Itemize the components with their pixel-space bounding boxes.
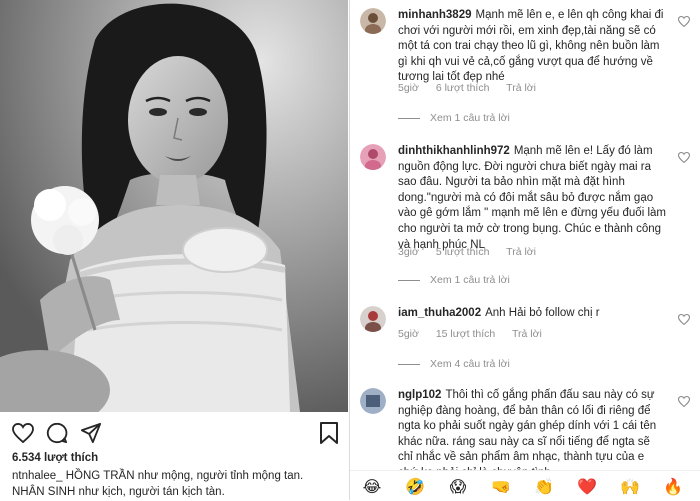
post-actions (10, 420, 340, 446)
caption-text: HỒNG TRẦN như mộng, người tỉnh mộng tan. (65, 470, 304, 482)
view-replies-label: Xem 4 câu trả lời (430, 358, 510, 370)
avatar[interactable] (360, 8, 386, 34)
caption-username[interactable]: ntnhalee_ (12, 470, 63, 482)
comment-body: dinhthikhanhlinh972 Mạnh mẽ lên e! Lấy đó… (398, 144, 666, 253)
avatar[interactable] (360, 144, 386, 170)
comment-like-icon[interactable] (677, 150, 691, 164)
emoji-scream[interactable]: 😱 (448, 477, 468, 497)
comment-like-icon[interactable] (677, 312, 691, 326)
avatar[interactable] (360, 388, 386, 414)
comment-like-icon[interactable] (677, 14, 691, 28)
comment-icon[interactable] (44, 420, 70, 446)
comment-meta: 5giờ 6 lượt thích Trả lời (398, 82, 550, 94)
comment-username[interactable]: minhanh3829 (398, 9, 472, 21)
comment-likes[interactable]: 15 lượt thích (436, 328, 495, 340)
comment-meta: 3giờ 5 lượt thích Trả lời (398, 246, 550, 258)
caption-text-2: NHÂN SINH như kịch, người tán kịch tàn. (12, 486, 225, 498)
comment-time: 5giờ (398, 82, 419, 94)
comment-body: nglp102 Thôi thì cố gắng phấn đấu sau này… (398, 388, 666, 470)
reply-button[interactable]: Trả lời (506, 82, 536, 94)
emoji-quick-bar: 😂 🤣 😱 🤜 👏 ❤️ 🙌 🔥 (350, 470, 700, 501)
emoji-raised-hands[interactable]: 🙌 (620, 477, 640, 497)
comment-text: Thôi thì cố gắng phấn đấu sau này có sự … (398, 389, 657, 470)
like-count[interactable]: 6.534 lượt thích (12, 452, 98, 464)
comments-panel: minhanh3829 Mạnh mẽ lên e, e lên qh công … (350, 0, 700, 470)
comment-body: iam_thuha2002 Anh Hải bỏ follow chị r (398, 306, 666, 322)
comment-likes[interactable]: 5 lượt thích (436, 246, 490, 258)
emoji-clap[interactable]: 👏 (534, 477, 554, 497)
emoji-rofl[interactable]: 🤣 (405, 477, 425, 497)
comment-username[interactable]: nglp102 (398, 389, 441, 401)
emoji-laugh-cry[interactable]: 😂 (362, 477, 382, 497)
comment-time: 3giờ (398, 246, 419, 258)
view-replies-label: Xem 1 câu trả lời (430, 112, 510, 124)
comment-like-icon[interactable] (677, 394, 691, 408)
bookmark-icon[interactable] (316, 420, 342, 446)
comment-body: minhanh3829 Mạnh mẽ lên e, e lên qh công … (398, 8, 666, 86)
post-caption: ntnhalee_ HỒNG TRẦN như mộng, người tỉnh… (12, 468, 342, 500)
avatar[interactable] (360, 306, 386, 332)
comment-username[interactable]: iam_thuha2002 (398, 307, 481, 319)
view-replies[interactable]: Xem 1 câu trả lời (398, 112, 510, 124)
reply-button[interactable]: Trả lời (512, 328, 542, 340)
view-replies-label: Xem 1 câu trả lời (430, 274, 510, 286)
share-icon[interactable] (78, 420, 104, 446)
post-photo (0, 0, 348, 412)
comment-text: Anh Hải bỏ follow chị r (485, 307, 600, 319)
emoji-heart[interactable]: ❤️ (577, 477, 597, 497)
comment-text: Mạnh mẽ lên e! Lấy đó làm nguồn động lực… (398, 145, 666, 251)
view-replies[interactable]: Xem 1 câu trả lời (398, 274, 510, 286)
reply-button[interactable]: Trả lời (506, 246, 536, 258)
comment-username[interactable]: dinhthikhanhlinh972 (398, 145, 510, 157)
comment-meta: 5giờ 15 lượt thích Trả lời (398, 328, 556, 340)
photo-illustration (0, 0, 348, 412)
comment-likes[interactable]: 6 lượt thích (436, 82, 490, 94)
heart-icon[interactable] (10, 420, 36, 446)
emoji-fist[interactable]: 🤜 (491, 477, 511, 497)
emoji-fire[interactable]: 🔥 (663, 477, 683, 497)
post-panel: 6.534 lượt thích ntnhalee_ HỒNG TRẦN như… (0, 0, 348, 500)
view-replies[interactable]: Xem 4 câu trả lời (398, 358, 510, 370)
comment-time: 5giờ (398, 328, 419, 340)
